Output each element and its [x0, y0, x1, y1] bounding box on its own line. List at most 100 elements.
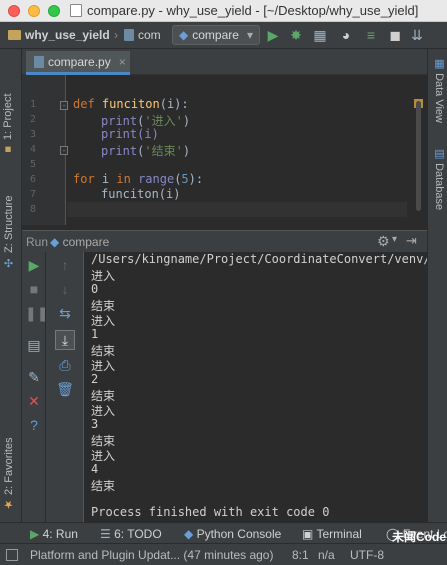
- tab-run[interactable]: ▶ 4: Run: [30, 527, 78, 541]
- line-number: 6: [29, 174, 36, 185]
- code-line-7: funciton(i): [101, 187, 181, 201]
- star-icon: ★: [3, 498, 15, 511]
- python-console-icon: ◆: [184, 527, 194, 541]
- run-icon: ▶: [30, 527, 40, 541]
- favorites-tab-label: 2: Favorites: [3, 437, 15, 495]
- coverage-icon[interactable]: ▦: [311, 26, 329, 44]
- code-editor[interactable]: 1 2 3 4 5 6 7 8 - - def funciton(i): pri…: [22, 75, 427, 225]
- breadcrumb-project[interactable]: why_use_yield: [8, 28, 110, 42]
- tool-windows-toggle-icon[interactable]: [6, 549, 18, 561]
- console-line: /Users/kingname/Project/CoordinateConver…: [91, 252, 427, 266]
- line-number: 8: [29, 204, 36, 215]
- line-separator[interactable]: n/a: [318, 548, 335, 562]
- breadcrumb-file[interactable]: com: [124, 28, 161, 42]
- run-toolbar-secondary: ↑ ↓ ⇆ ⤓ ⎙ 🗑: [46, 252, 84, 543]
- gear-icon[interactable]: ⚙: [377, 233, 390, 250]
- window-title-text: compare.py - why_use_yield - [~/Desktop/…: [87, 3, 419, 18]
- pin-tab-icon[interactable]: ✎: [25, 368, 43, 386]
- scroll-to-end-icon[interactable]: ⤓: [55, 330, 75, 350]
- tab-python-console-label: Python Console: [196, 527, 282, 541]
- debug-icon[interactable]: ✸: [287, 26, 305, 44]
- soft-wrap-icon[interactable]: ⇆: [56, 304, 74, 322]
- concurrency-icon[interactable]: ≡: [362, 26, 380, 44]
- folder-icon: ■: [2, 143, 14, 155]
- watermark: 未闻Code: [392, 530, 447, 544]
- run-config-selector[interactable]: ◆ compare ▾: [172, 25, 260, 45]
- right-tool-strip: ▦ Data View ▤ Database: [427, 49, 447, 543]
- stop-icon[interactable]: ◼: [386, 26, 404, 44]
- python-config-icon: ◆: [179, 28, 189, 42]
- profile-icon[interactable]: ◕: [337, 26, 355, 44]
- chevron-down-icon[interactable]: ▾: [392, 234, 397, 245]
- grid-icon: ▦: [433, 57, 445, 70]
- editor-gutter: 1 2 3 4 5 6 7 8 - -: [22, 75, 68, 225]
- status-message[interactable]: Platform and Plugin Updat... (47 minutes…: [30, 548, 273, 562]
- console-line: 0: [91, 282, 99, 296]
- editor-tab-bar: compare.py ×: [22, 49, 427, 75]
- pause-icon[interactable]: ❚❚: [25, 304, 48, 322]
- editor-tab-compare-py[interactable]: compare.py ×: [26, 51, 130, 75]
- structure-tool-tab[interactable]: ✣ Z: Structure: [2, 195, 20, 269]
- todo-icon: ☰: [100, 527, 111, 541]
- build-icon[interactable]: ⇊: [408, 26, 426, 44]
- zoom-window-button[interactable]: [48, 5, 60, 17]
- breadcrumb-project-label: why_use_yield: [25, 28, 110, 42]
- window-title: compare.py - why_use_yield - [~/Desktop/…: [70, 3, 447, 19]
- editor-tab-label: compare.py: [48, 55, 111, 69]
- console-exit-line: Process finished with exit code 0: [91, 505, 330, 519]
- console-line: 结束: [91, 479, 116, 493]
- tab-terminal-label: Terminal: [316, 527, 362, 541]
- run-console-output[interactable]: /Users/kingname/Project/CoordinateConver…: [84, 252, 427, 522]
- database-icon: ▤: [433, 147, 445, 160]
- close-run-icon[interactable]: ✕: [25, 392, 43, 410]
- code-line-1: def funciton(i):: [73, 97, 189, 111]
- caret-position[interactable]: 8:1: [292, 548, 309, 562]
- navigation-bar: why_use_yield › com ◆ compare ▾ ▶ ✸ ▦ ◕ ≡ …: [0, 22, 447, 49]
- database-tool-tab[interactable]: ▤ Database: [430, 147, 446, 221]
- fold-icon[interactable]: -: [60, 101, 68, 110]
- minimize-window-button[interactable]: [28, 5, 40, 17]
- tab-todo[interactable]: ☰ 6: TODO: [100, 527, 162, 541]
- current-line-highlight: [67, 202, 407, 217]
- title-bar: compare.py - why_use_yield - [~/Desktop/…: [0, 0, 447, 22]
- trash-icon[interactable]: 🗑: [56, 380, 74, 398]
- line-number: 3: [29, 129, 36, 140]
- run-panel-title: Run: [26, 235, 49, 249]
- fold-icon[interactable]: -: [60, 146, 68, 155]
- breadcrumb-file-label: com: [138, 28, 161, 42]
- tab-terminal[interactable]: ▣ Terminal: [302, 527, 362, 541]
- run-icon[interactable]: ▶: [264, 26, 282, 44]
- dump-threads-icon[interactable]: ▤: [25, 336, 43, 354]
- stop-icon[interactable]: ■: [25, 280, 43, 298]
- data-view-tool-tab[interactable]: ▦ Data View: [430, 57, 446, 141]
- tool-window-tabs: ▶ 4: Run ☰ 6: TODO ◆ Python Console ▣ Te…: [0, 522, 447, 544]
- file-encoding[interactable]: UTF-8: [350, 548, 384, 562]
- structure-tab-label: Z: Structure: [3, 195, 15, 253]
- close-window-button[interactable]: [8, 5, 20, 17]
- tab-python-console[interactable]: ◆ Python Console: [184, 527, 281, 541]
- up-arrow-icon[interactable]: ↑: [56, 256, 74, 274]
- line-number: 4: [29, 144, 36, 155]
- favorites-tool-tab[interactable]: ★ 2: Favorites: [2, 431, 20, 511]
- hide-panel-icon[interactable]: ⇥: [406, 233, 417, 249]
- code-line-3: print(i): [101, 127, 159, 141]
- run-panel-header: Run ◆ compare ⚙ ▾ ⇥: [22, 230, 427, 252]
- run-config-label: compare: [192, 28, 239, 42]
- code-line-4: print('结束'): [101, 144, 191, 158]
- line-number: 5: [29, 159, 36, 170]
- close-tab-icon[interactable]: ×: [119, 55, 126, 69]
- python-file-icon: [34, 56, 44, 68]
- help-icon[interactable]: ?: [25, 416, 43, 434]
- print-icon[interactable]: ⎙: [56, 356, 74, 374]
- editor-scrollbar[interactable]: [416, 101, 421, 211]
- project-tool-tab[interactable]: ■ 1: Project: [2, 59, 20, 155]
- line-number: 1: [29, 99, 36, 110]
- chevron-down-icon: ▾: [246, 28, 253, 42]
- down-arrow-icon[interactable]: ↓: [56, 280, 74, 298]
- structure-icon: ✣: [3, 256, 15, 269]
- rerun-icon[interactable]: ▶: [25, 256, 43, 274]
- code-line-6: for i in range(5):: [73, 172, 204, 186]
- run-toolbar-primary: ▶ ■ ❚❚ ▤ ✎ ✕ ?: [22, 252, 48, 543]
- run-panel-config-label: compare: [62, 235, 110, 249]
- line-number: 2: [29, 114, 36, 125]
